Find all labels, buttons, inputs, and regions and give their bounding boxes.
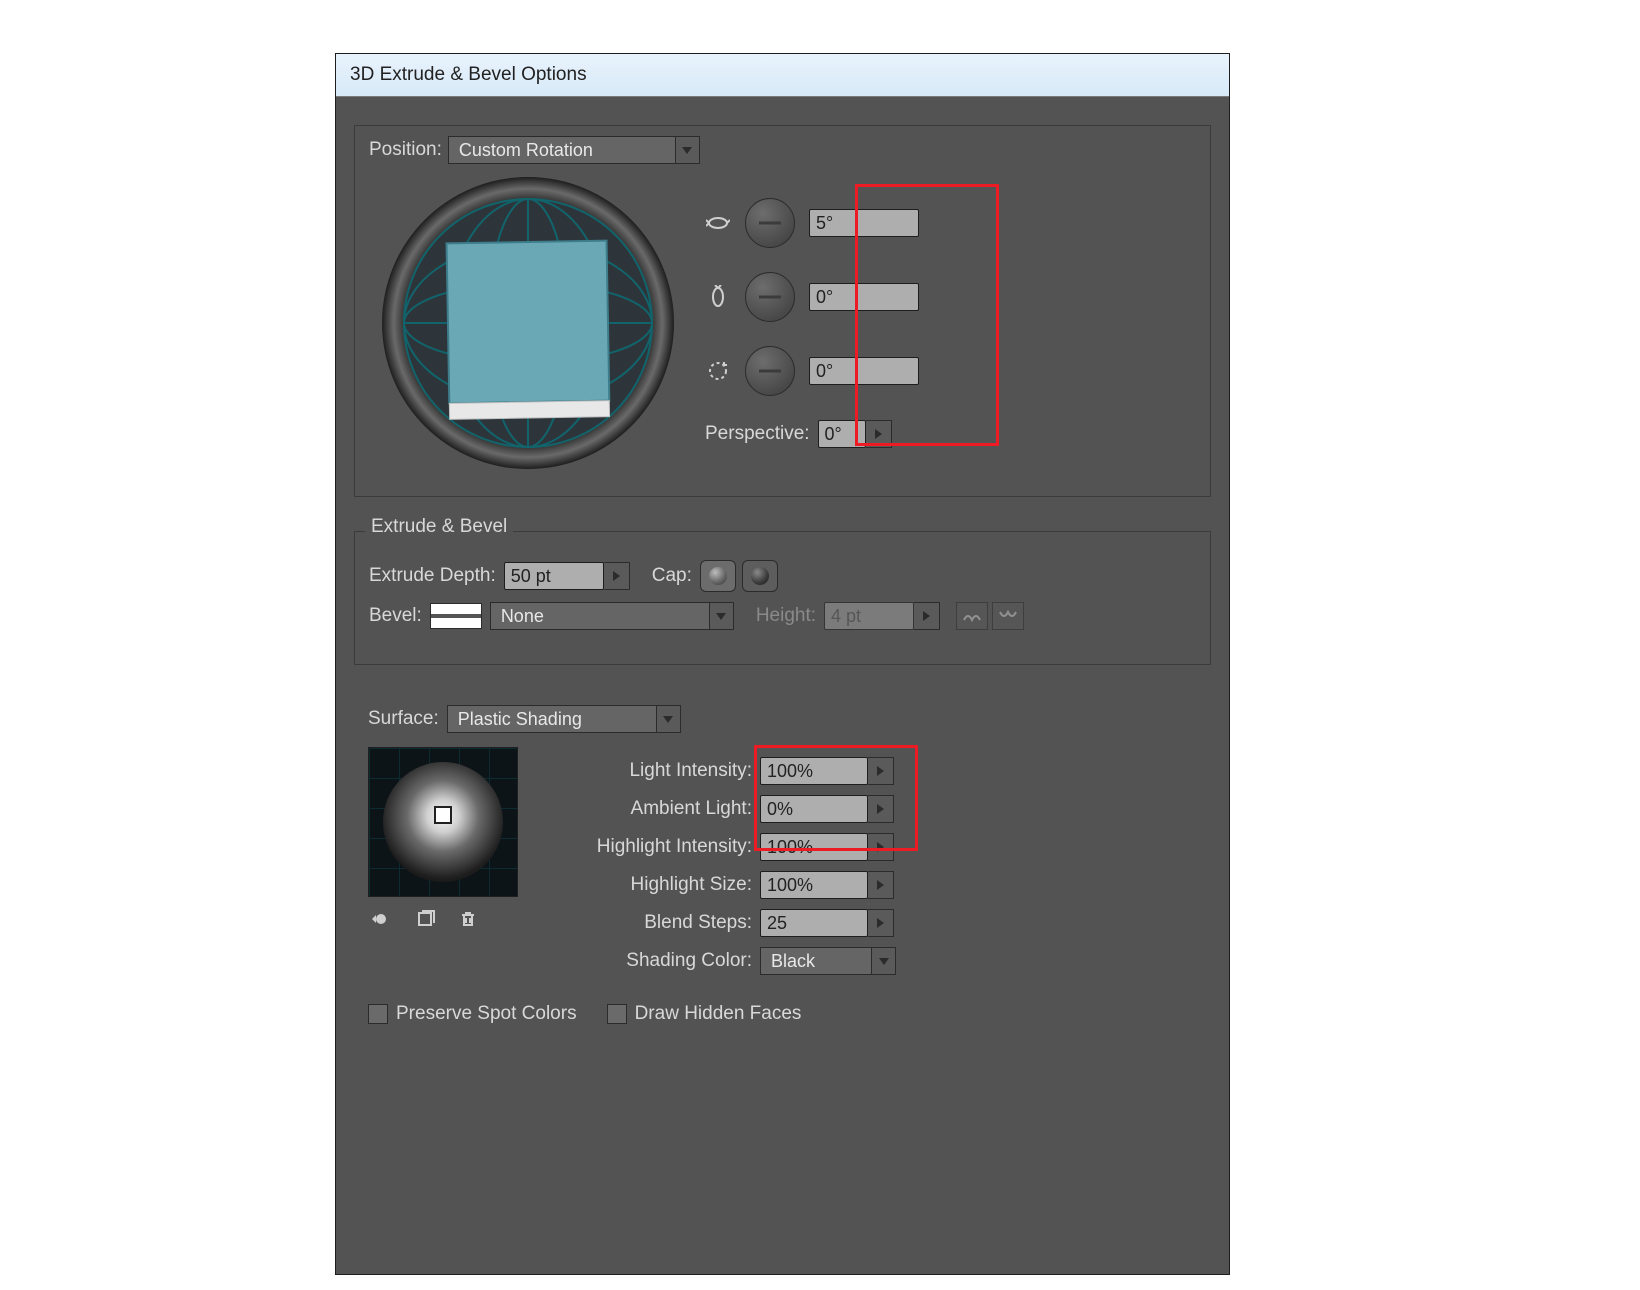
chevron-down-icon (663, 716, 673, 723)
chevron-right-icon (613, 571, 620, 581)
extrude-legend: Extrude & Bevel (365, 516, 513, 538)
cap-label: Cap: (652, 565, 700, 587)
light-intensity-label: Light Intensity: (538, 760, 760, 782)
highlight-intensity-label: Highlight Intensity: (538, 836, 760, 858)
position-dropdown-button[interactable] (676, 136, 700, 164)
light-preview-column (368, 747, 518, 931)
chevron-right-icon (875, 429, 882, 439)
light-intensity-stepper[interactable] (868, 757, 894, 785)
chevron-right-icon (877, 842, 884, 852)
chevron-down-icon (716, 613, 726, 620)
surface-dropdown[interactable]: Plastic Shading (447, 705, 681, 733)
blend-steps-field[interactable]: 25 (760, 909, 868, 937)
shading-color-label: Shading Color: (538, 950, 760, 972)
bevel-extent-out-button (992, 602, 1024, 630)
position-dropdown[interactable]: Custom Rotation (448, 136, 700, 164)
window-title: 3D Extrude & Bevel Options (350, 64, 587, 86)
highlight-size-label: Highlight Size: (538, 874, 760, 896)
shading-color-value: Black (760, 947, 872, 975)
x-rotation-field[interactable]: 5° (809, 209, 919, 237)
ambient-light-stepper[interactable] (868, 795, 894, 823)
z-rotation-dial[interactable] (745, 346, 795, 396)
shading-color-dropdown[interactable]: Black (760, 947, 896, 975)
perspective-field[interactable]: 0° (818, 420, 866, 448)
group-extrude-bevel: Extrude & Bevel Extrude Depth: 50 pt Cap… (354, 531, 1211, 665)
extrude-depth-field[interactable]: 50 pt (504, 562, 604, 590)
preserve-spot-label: Preserve Spot Colors (396, 1003, 577, 1025)
window-title-bar: 3D Extrude & Bevel Options (336, 54, 1229, 97)
cap-on-button[interactable] (700, 560, 736, 592)
bevel-dropdown[interactable]: None (490, 602, 734, 630)
chevron-right-icon (877, 804, 884, 814)
x-rotation-dial[interactable] (745, 198, 795, 248)
position-dropdown-value: Custom Rotation (448, 136, 676, 164)
ambient-light-label: Ambient Light: (538, 798, 760, 820)
draw-hidden-checkbox[interactable] (607, 1004, 627, 1024)
perspective-stepper[interactable] (866, 420, 892, 448)
bevel-dropdown-value: None (490, 602, 710, 630)
surface-label: Surface: (368, 708, 447, 730)
chevron-right-icon (877, 918, 884, 928)
rotate-y-icon (705, 284, 731, 310)
ambient-light-field[interactable]: 0% (760, 795, 868, 823)
chevron-down-icon (879, 958, 889, 965)
cap-solid-icon (709, 567, 727, 585)
x-axis-row: 5° (705, 198, 919, 248)
draw-hidden-label: Draw Hidden Faces (635, 1003, 802, 1025)
bevel-extent-in-button (956, 602, 988, 630)
cap-hollow-icon (751, 567, 769, 585)
rotate-z-icon (705, 358, 731, 384)
bevel-label: Bevel: (369, 605, 430, 627)
bevel-height-label: Height: (756, 605, 824, 627)
cap-off-button[interactable] (742, 560, 778, 592)
y-rotation-dial[interactable] (745, 272, 795, 322)
chevron-right-icon (877, 880, 884, 890)
group-position: Position: Custom Rotation (354, 125, 1211, 497)
rotation-trackball[interactable] (379, 174, 677, 472)
highlight-intensity-stepper[interactable] (868, 833, 894, 861)
perspective-label: Perspective: (705, 423, 818, 445)
highlight-size-field[interactable]: 100% (760, 871, 868, 899)
delete-light-button[interactable] (454, 907, 482, 931)
new-light-button[interactable] (412, 907, 440, 931)
chevron-right-icon (923, 611, 930, 621)
rotate-x-icon (705, 210, 731, 236)
z-rotation-field[interactable]: 0° (809, 357, 919, 385)
chevron-right-icon (877, 766, 884, 776)
z-axis-row: 0° (705, 346, 919, 396)
blend-steps-label: Blend Steps: (538, 912, 760, 934)
position-label: Position: (369, 139, 448, 161)
light-preview[interactable] (368, 747, 518, 897)
chevron-down-icon (682, 147, 692, 154)
extrude-depth-stepper[interactable] (604, 562, 630, 590)
group-surface: Surface: Plastic Shading (354, 699, 1211, 1059)
highlight-size-stepper[interactable] (868, 871, 894, 899)
bevel-dropdown-button[interactable] (710, 602, 734, 630)
bevel-swatch (430, 603, 482, 629)
light-marker-icon[interactable] (434, 806, 452, 824)
highlight-intensity-field[interactable]: 100% (760, 833, 868, 861)
dialog-3d-extrude-bevel: 3D Extrude & Bevel Options Position: Cus… (335, 53, 1230, 1275)
bevel-height-stepper (914, 602, 940, 630)
move-light-back-button[interactable] (370, 907, 398, 931)
extrude-depth-label: Extrude Depth: (369, 565, 504, 587)
shading-color-dropdown-button[interactable] (872, 947, 896, 975)
bevel-height-field: 4 pt (824, 602, 914, 630)
preserve-spot-checkbox[interactable] (368, 1004, 388, 1024)
blend-steps-stepper[interactable] (868, 909, 894, 937)
surface-dropdown-button[interactable] (657, 705, 681, 733)
y-rotation-field[interactable]: 0° (809, 283, 919, 311)
y-axis-row: 0° (705, 272, 919, 322)
surface-dropdown-value: Plastic Shading (447, 705, 657, 733)
light-intensity-field[interactable]: 100% (760, 757, 868, 785)
